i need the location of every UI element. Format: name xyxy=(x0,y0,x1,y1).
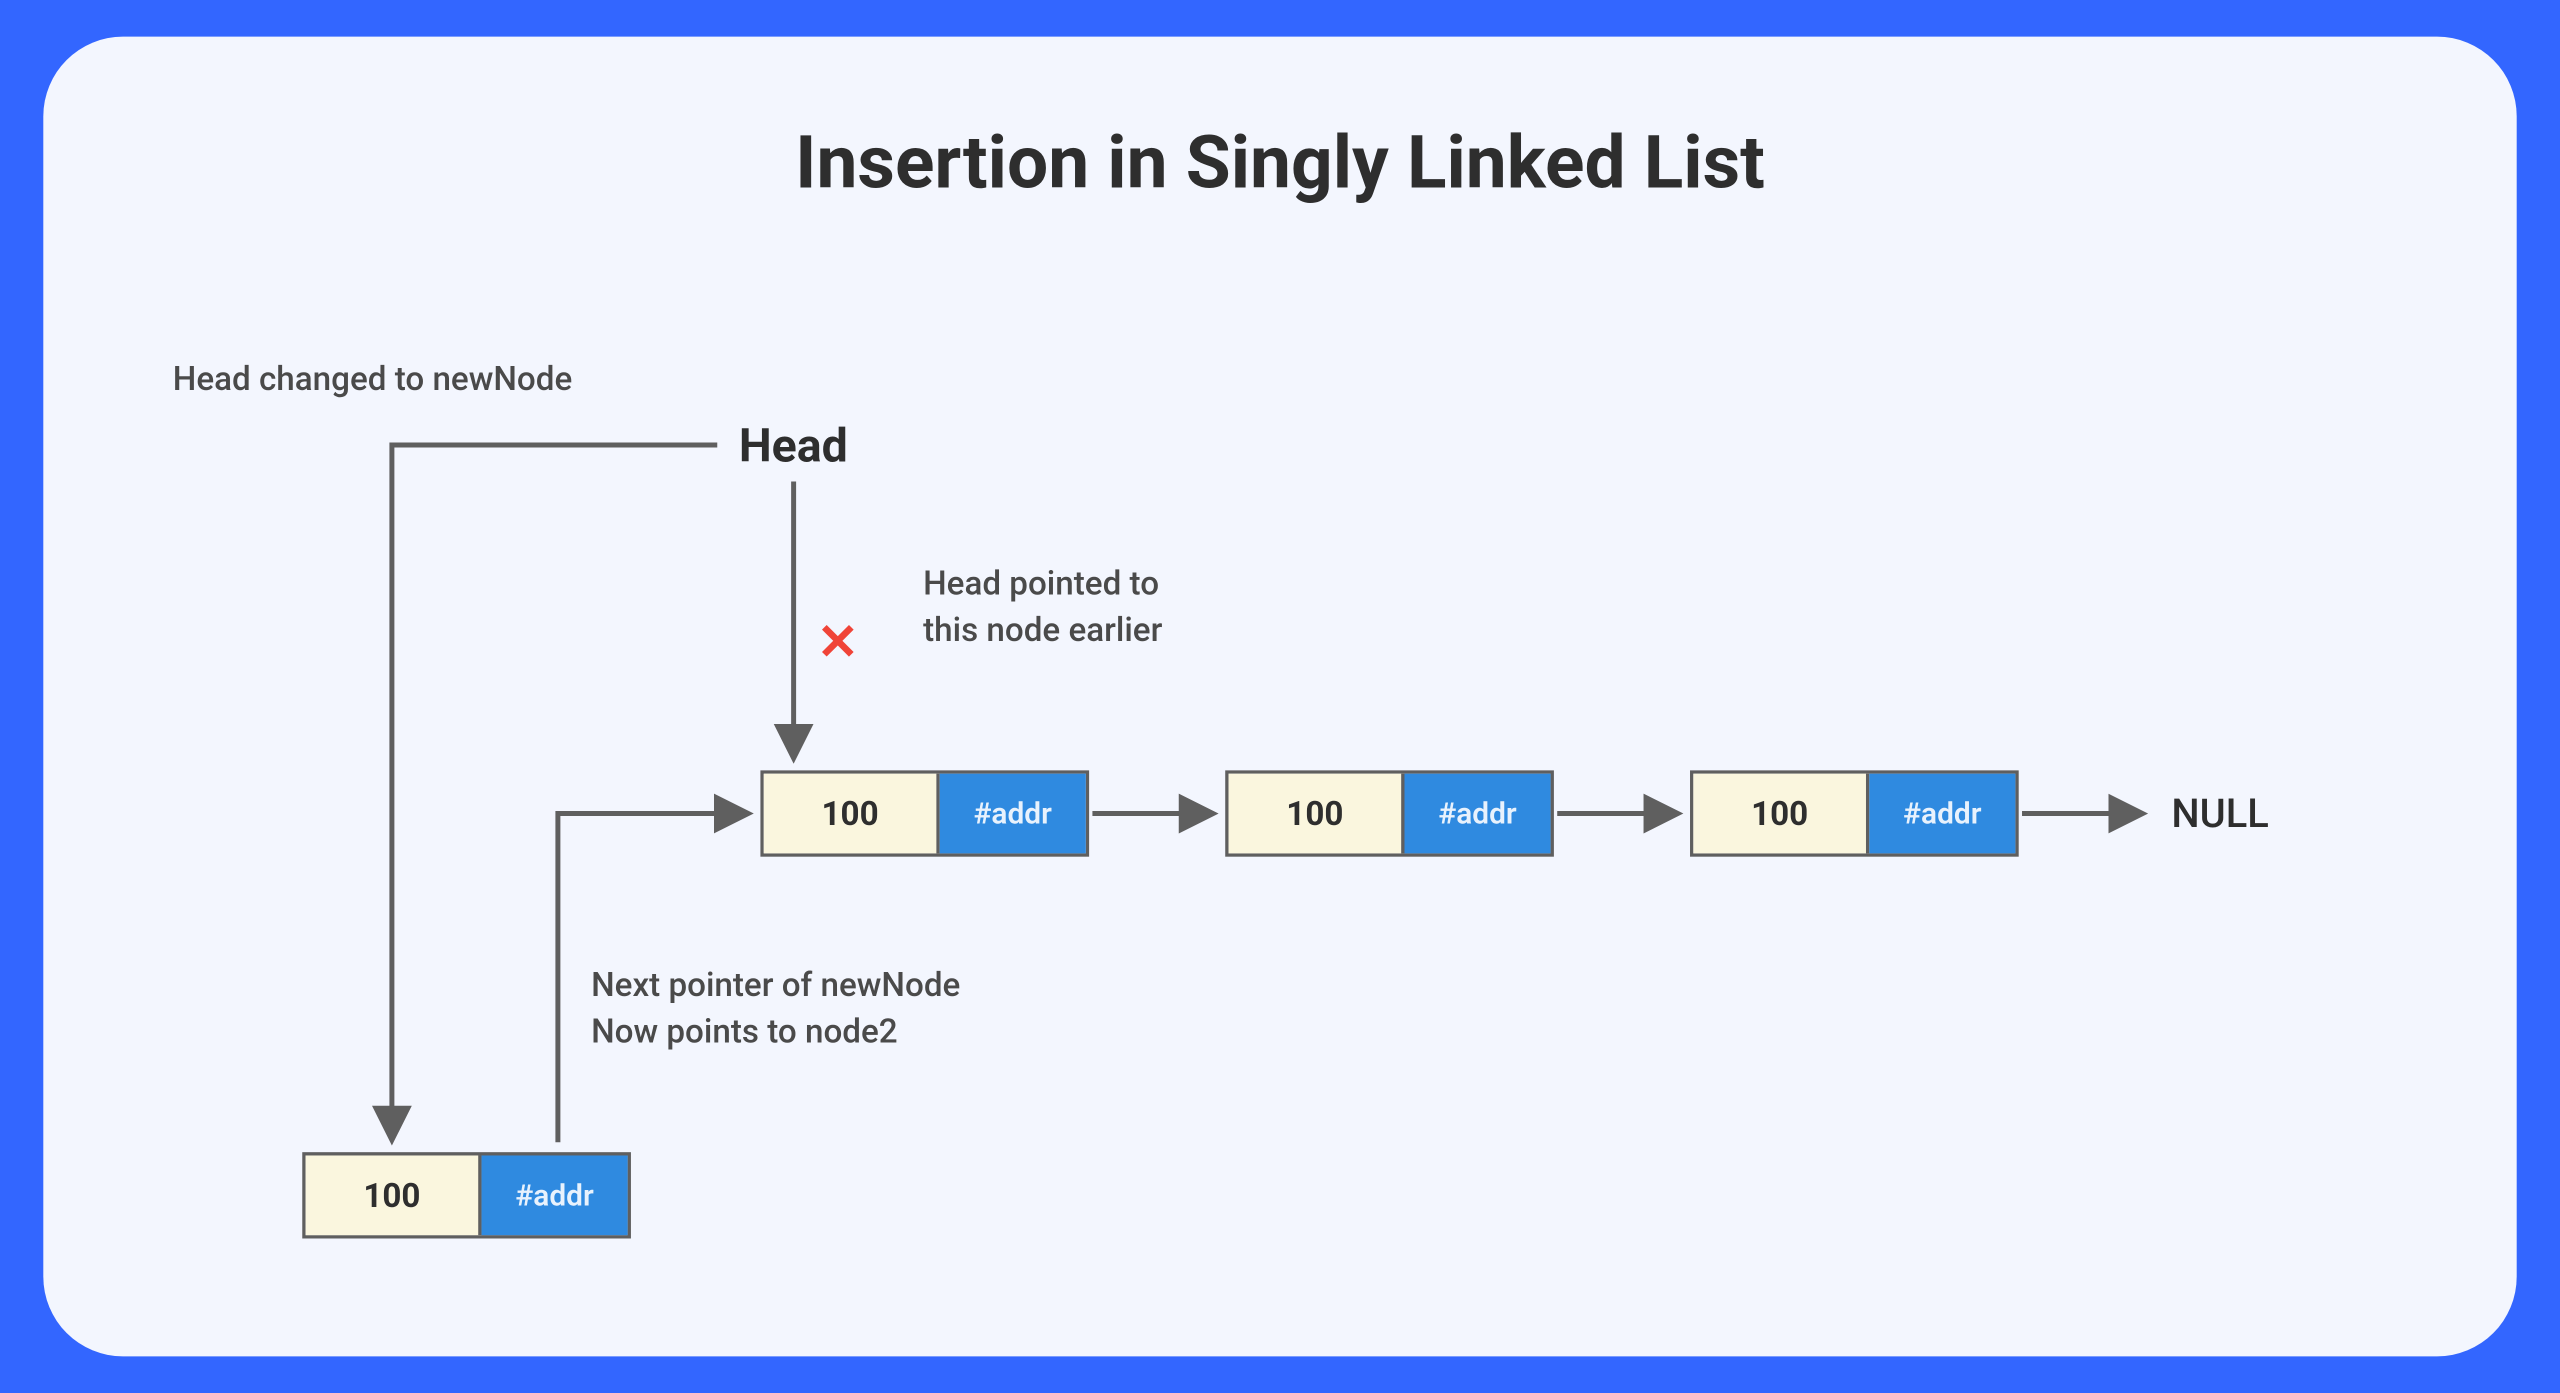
node-data: 100 xyxy=(764,774,940,854)
head-label: Head xyxy=(739,418,848,473)
node-data: 100 xyxy=(1229,774,1405,854)
diagram-title: Insertion in Singly Linked List xyxy=(43,120,2516,206)
node-addr: #addr xyxy=(940,774,1086,854)
node-data: 100 xyxy=(1693,774,1869,854)
annotation-line: Now points to node2 xyxy=(591,1011,898,1051)
node-data: 100 xyxy=(306,1155,482,1235)
annotation-line: Head pointed to xyxy=(923,563,1159,603)
annotation-line: Next pointer of newNode xyxy=(591,965,960,1005)
annotation-head-changed: Head changed to newNode xyxy=(173,355,572,401)
list-node-3: 100 #addr xyxy=(1690,770,2019,856)
node-addr: #addr xyxy=(1405,774,1551,854)
list-node-1: 100 #addr xyxy=(760,770,1089,856)
diagram-card: Insertion in Singly Linked List Head Hea… xyxy=(43,37,2516,1357)
null-label: NULL xyxy=(2171,790,2268,836)
cross-icon: ✕ xyxy=(817,614,859,672)
annotation-next-pointer: Next pointer of newNode Now points to no… xyxy=(591,961,960,1054)
new-node: 100 #addr xyxy=(302,1152,631,1238)
annotation-line: this node earlier xyxy=(923,609,1162,649)
list-node-2: 100 #addr xyxy=(1225,770,1554,856)
annotation-head-pointed: Head pointed to this node earlier xyxy=(923,560,1162,653)
node-addr: #addr xyxy=(482,1155,628,1235)
node-addr: #addr xyxy=(1869,774,2015,854)
